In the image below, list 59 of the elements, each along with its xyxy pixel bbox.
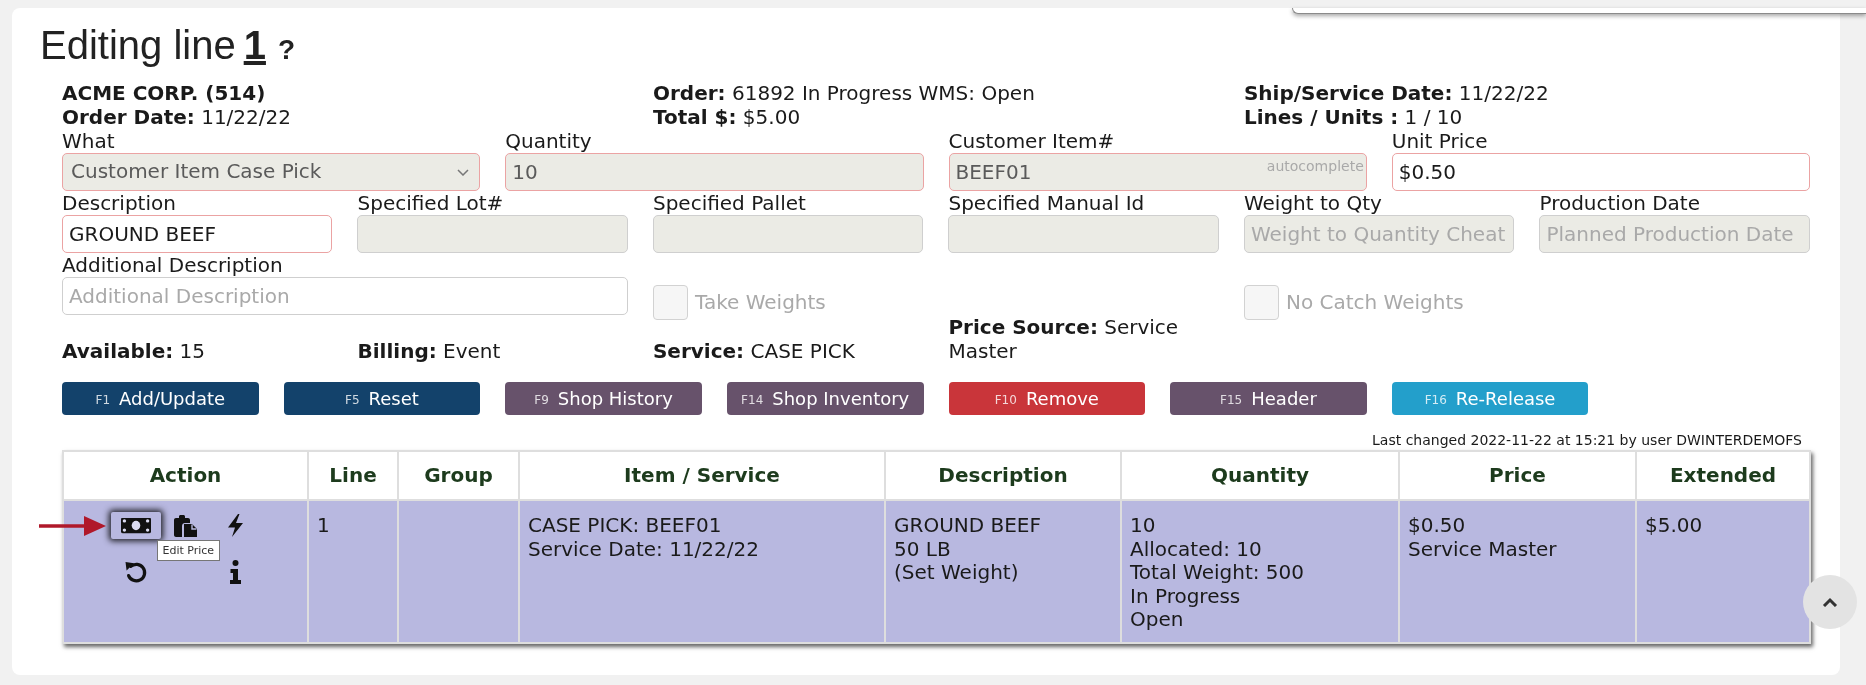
caret-up-icon — [1822, 597, 1838, 607]
summary-text: Service: CASE PICK — [652, 339, 856, 363]
table-cell: 1 — [308, 500, 398, 643]
table-cell: 10 Allocated: 10 Total Weight: 500 In Progress Open — [1121, 500, 1399, 643]
field-label: Weight to Qty — [1243, 191, 1383, 215]
help-link[interactable]: ? — [277, 26, 296, 74]
table-cell: $0.50 Service Master — [1399, 500, 1636, 643]
summary-text: Billing: Event — [357, 339, 502, 363]
field-label: Quantity — [505, 129, 593, 153]
column-header: Group — [398, 451, 519, 500]
table-cell: CASE PICK: BEEF01 Service Date: 11/22/22 — [519, 500, 885, 643]
action-button[interactable]: F5 Reset — [283, 382, 481, 415]
field-label: Customer Item# — [948, 129, 1116, 153]
summary-text: Available: 15 — [62, 339, 207, 363]
order-info-text: Order Date: 11/22/22 — [62, 105, 292, 129]
field-label: Production Date — [1539, 191, 1701, 215]
tooltip: Edit Price — [156, 540, 221, 561]
field-label: Unit Price — [1391, 129, 1489, 153]
column-header: Description — [885, 451, 1121, 500]
order-info-text: Total $: $5.00 — [653, 105, 802, 129]
summary-text: Price Source: Service Master — [948, 316, 1180, 363]
column-header: Item / Service — [519, 451, 885, 500]
lightning-bolt-icon[interactable] — [227, 514, 244, 537]
page-title: Editing line — [40, 22, 236, 69]
action-button[interactable]: F9 Shop History — [505, 382, 702, 415]
action-button[interactable]: F1 Add/Update — [62, 382, 259, 415]
column-header: Extended — [1636, 451, 1810, 500]
last-changed-text: Last changed 2022-11-22 at 15:21 by user DWINTERDEMOFS — [1371, 431, 1803, 450]
customer-name: ACME CORP. (514) — [62, 82, 267, 106]
field-label: Specified Lot# — [357, 191, 505, 215]
input-field[interactable]: GROUND BEEF — [62, 215, 333, 253]
column-header: Action — [63, 451, 308, 500]
column-header: Price — [1399, 451, 1636, 500]
banknote-icon[interactable] — [110, 512, 161, 539]
checkbox-label: No Catch Weights — [1285, 290, 1464, 315]
table-cell: GROUND BEEF 50 LB (Set Weight) — [885, 500, 1121, 643]
action-button[interactable]: F10 Remove — [948, 382, 1146, 415]
undo-icon[interactable] — [123, 560, 148, 584]
field-label: Specified Pallet — [652, 191, 807, 215]
checkbox-label: Take Weights — [695, 290, 826, 315]
info-icon[interactable] — [230, 560, 241, 584]
order-info-text: Order: 61892 In Progress WMS: Open — [653, 82, 1036, 106]
action-button[interactable]: F15 Header — [1170, 382, 1367, 415]
action-button[interactable]: F14 Shop Inventory — [726, 382, 924, 415]
field-label: Description — [62, 191, 177, 215]
input-field[interactable]: Additional Description — [62, 277, 628, 315]
column-header: Quantity — [1121, 451, 1399, 500]
field-label: What — [62, 129, 116, 153]
chevron-down-icon — [457, 168, 470, 176]
pointer-arrow — [38, 514, 106, 537]
field-label: Additional Description — [62, 253, 284, 277]
field-label: Specified Manual Id — [948, 191, 1146, 215]
line-number: 1 — [243, 22, 266, 69]
autocomplete-hint: autocomplete — [1266, 158, 1364, 175]
column-header: Line — [308, 451, 398, 500]
order-info-text: Lines / Units : 1 / 10 — [1243, 105, 1464, 129]
order-info-text: Ship/Service Date: 11/22/22 — [1243, 82, 1550, 106]
clipboard-icon[interactable] — [174, 514, 197, 537]
input-field[interactable]: $0.50 — [1391, 153, 1810, 191]
